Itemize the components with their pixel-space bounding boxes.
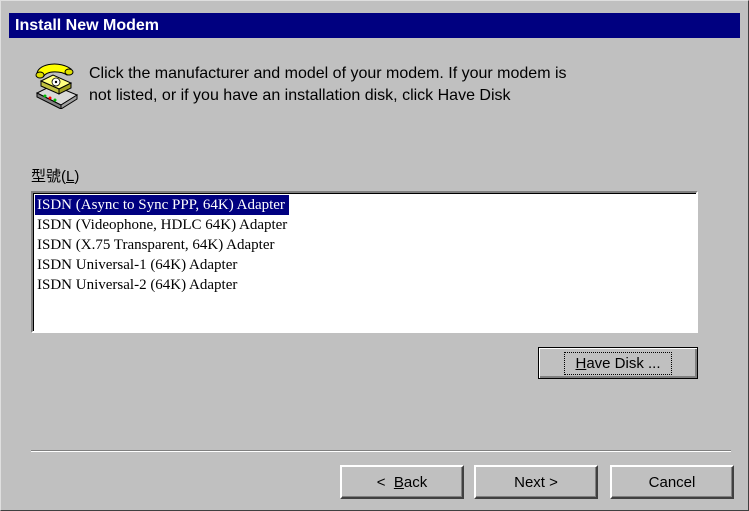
model-listbox[interactable]: ISDN (Async to Sync PPP, 64K) Adapter IS…: [31, 191, 698, 333]
next-button[interactable]: Next >: [474, 465, 598, 499]
have-disk-label: ave Disk ...: [586, 354, 661, 372]
install-modem-dialog: Install New Modem Click the manufacturer…: [0, 0, 749, 511]
have-disk-mnemonic: H: [575, 354, 587, 372]
intro-text: Click the manufacturer and model of your…: [89, 63, 729, 107]
intro-line-1: Click the manufacturer and model of your…: [89, 65, 567, 82]
list-item[interactable]: ISDN Universal-1 (64K) Adapter: [35, 255, 241, 275]
model-list-label-prefix: 型號(: [31, 168, 66, 185]
model-list-label-suffix: ): [74, 168, 80, 185]
list-item[interactable]: ISDN Universal-2 (64K) Adapter: [35, 275, 241, 295]
list-item[interactable]: ISDN (Videophone, HDLC 64K) Adapter: [35, 215, 291, 235]
intro-line-2: not listed, or if you have an installati…: [89, 87, 511, 104]
dialog-title: Install New Modem: [9, 13, 740, 38]
list-item[interactable]: ISDN (X.75 Transparent, 64K) Adapter: [35, 235, 278, 255]
back-mnemonic: B: [393, 473, 404, 491]
cancel-button[interactable]: Cancel: [610, 465, 734, 499]
back-prefix: <: [376, 473, 390, 491]
have-disk-focus-rect: Have Disk ...: [564, 351, 672, 375]
back-button[interactable]: < Back: [340, 465, 464, 499]
have-disk-button[interactable]: Have Disk ...: [538, 347, 698, 379]
phone-modem-icon: [31, 59, 81, 110]
separator-line: [31, 450, 731, 452]
list-item[interactable]: ISDN (Async to Sync PPP, 64K) Adapter: [35, 195, 289, 215]
back-label: ack: [403, 473, 428, 491]
model-list-label: 型號(L): [31, 165, 79, 186]
